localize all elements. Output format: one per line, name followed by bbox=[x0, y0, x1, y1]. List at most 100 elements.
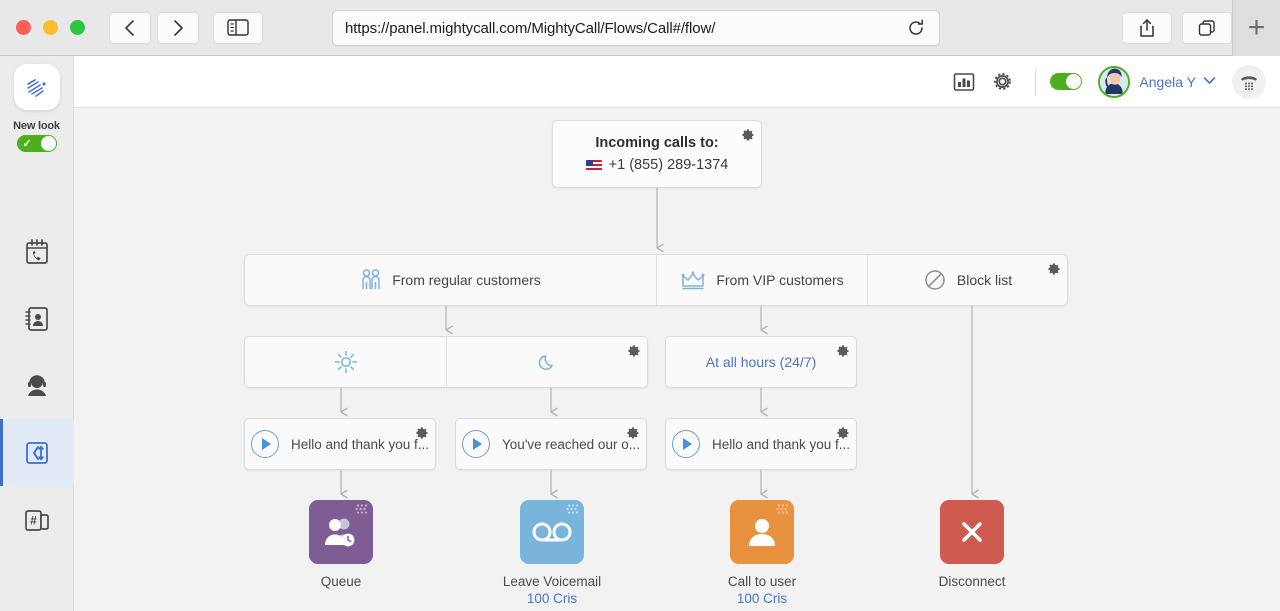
disconnect-tile[interactable] bbox=[940, 500, 1004, 564]
greeting-label: You've reached our o... bbox=[502, 436, 640, 452]
schedule-row bbox=[244, 336, 648, 388]
chevron-left-icon bbox=[125, 19, 134, 36]
action-leave-voicemail[interactable]: Leave Voicemail 100 Cris bbox=[492, 500, 612, 606]
share-button[interactable] bbox=[1122, 12, 1172, 44]
maximize-window-button[interactable] bbox=[70, 20, 85, 35]
segment-after-hours[interactable] bbox=[446, 337, 647, 387]
sidebar-item-numbers[interactable]: # bbox=[0, 486, 74, 553]
incoming-calls-node[interactable]: Incoming calls to: +1 (855) 289-1374 bbox=[552, 120, 762, 188]
app-sidebar: New look ✓ # bbox=[0, 56, 74, 611]
us-flag-icon bbox=[585, 159, 602, 171]
agent-headset-icon bbox=[27, 374, 46, 396]
gear-icon[interactable] bbox=[740, 126, 755, 141]
address-bar[interactable]: https://panel.mightycall.com/MightyCall/… bbox=[332, 10, 940, 46]
dialpad-button[interactable] bbox=[1232, 64, 1266, 99]
action-queue[interactable]: Queue bbox=[281, 500, 401, 589]
gear-icon[interactable] bbox=[414, 424, 429, 439]
window-controls bbox=[0, 20, 85, 35]
browser-toolbar: https://panel.mightycall.com/MightyCall/… bbox=[0, 0, 1280, 56]
back-button[interactable] bbox=[109, 11, 151, 44]
sidebar-item-contacts[interactable] bbox=[0, 285, 74, 352]
new-look-toggle[interactable]: ✓ bbox=[16, 135, 57, 152]
gear-icon[interactable] bbox=[626, 342, 641, 357]
reload-icon bbox=[909, 19, 924, 35]
availability-toggle[interactable] bbox=[1050, 73, 1083, 90]
toggle-knob bbox=[1066, 74, 1082, 89]
tabs-overview-icon bbox=[1198, 20, 1215, 36]
close-window-button[interactable] bbox=[16, 20, 31, 35]
action-sublabel[interactable]: 100 Cris bbox=[702, 591, 822, 606]
greeting-label: Hello and thank you f... bbox=[711, 436, 851, 452]
greeting-node-2[interactable]: You've reached our o... bbox=[455, 418, 647, 470]
gear-icon[interactable] bbox=[625, 424, 640, 439]
sidebar-nav: # bbox=[0, 218, 74, 553]
sidebar-item-calls[interactable] bbox=[0, 218, 74, 285]
greeting-node-1[interactable]: Hello and thank you f... bbox=[244, 418, 436, 470]
sun-icon bbox=[334, 350, 357, 374]
header-divider bbox=[1035, 67, 1037, 96]
call-flow-canvas[interactable]: Incoming calls to: +1 (855) 289-1374 Fro… bbox=[74, 108, 1280, 611]
segment-label: From VIP customers bbox=[716, 272, 844, 288]
new-tab-button[interactable]: + bbox=[1232, 0, 1280, 56]
incoming-calls-number: +1 (855) 289-1374 bbox=[608, 157, 729, 173]
voicemail-tile[interactable] bbox=[520, 500, 584, 564]
call-to-user-tile[interactable] bbox=[730, 500, 794, 564]
voicemail-icon bbox=[532, 522, 572, 542]
user-name[interactable]: Angela Y bbox=[1139, 74, 1196, 90]
new-look-label: New look bbox=[13, 120, 60, 132]
phone-calendar-icon bbox=[25, 238, 48, 264]
chevron-down-icon[interactable] bbox=[1203, 76, 1216, 88]
all-hours-label: At all hours (24/7) bbox=[705, 354, 817, 370]
all-hours-node[interactable]: At all hours (24/7) bbox=[665, 336, 857, 388]
action-sublabel[interactable]: 100 Cris bbox=[492, 591, 612, 606]
gear-icon[interactable] bbox=[835, 342, 850, 357]
customer-filter-row: From regular customers From VIP customer… bbox=[244, 254, 1068, 306]
forward-button[interactable] bbox=[157, 11, 199, 44]
incoming-calls-number-row: +1 (855) 289-1374 bbox=[585, 157, 729, 173]
segment-label: From regular customers bbox=[392, 272, 541, 288]
play-icon[interactable] bbox=[462, 430, 491, 458]
mightycall-logo-icon bbox=[25, 76, 48, 98]
sidebar-toggle-button[interactable] bbox=[213, 11, 263, 44]
greeting-node-3[interactable]: Hello and thank you f... bbox=[665, 418, 857, 470]
moon-icon bbox=[538, 355, 553, 371]
new-look-toggle-group: New look ✓ bbox=[13, 120, 60, 152]
numbers-devices-icon: # bbox=[24, 509, 49, 531]
gear-icon[interactable] bbox=[835, 424, 850, 439]
sidebar-item-call-flows[interactable] bbox=[0, 419, 74, 486]
reload-button[interactable] bbox=[905, 17, 927, 39]
segment-vip-customers[interactable]: From VIP customers bbox=[656, 255, 867, 305]
url-text: https://panel.mightycall.com/MightyCall/… bbox=[345, 19, 716, 37]
check-icon: ✓ bbox=[22, 138, 32, 150]
settings-button[interactable] bbox=[983, 63, 1021, 101]
minimize-window-button[interactable] bbox=[43, 20, 58, 35]
mightycall-logo[interactable] bbox=[13, 64, 60, 110]
drag-dots-icon bbox=[776, 504, 789, 514]
tabs-overview-button[interactable] bbox=[1182, 12, 1232, 44]
contacts-book-icon bbox=[24, 306, 48, 331]
action-label: Leave Voicemail bbox=[502, 574, 602, 589]
close-x-icon bbox=[962, 522, 982, 542]
browser-right-controls: + bbox=[1122, 0, 1280, 56]
sidebar-item-agents[interactable] bbox=[0, 352, 74, 419]
action-disconnect[interactable]: Disconnect bbox=[912, 500, 1032, 589]
segment-regular-customers[interactable]: From regular customers bbox=[245, 255, 656, 305]
play-icon[interactable] bbox=[250, 430, 279, 458]
bar-chart-icon bbox=[954, 72, 975, 91]
crown-icon bbox=[681, 271, 705, 290]
gear-icon[interactable] bbox=[1046, 260, 1061, 275]
svg-text:#: # bbox=[30, 513, 37, 527]
queue-tile[interactable] bbox=[309, 500, 373, 564]
greeting-label: Hello and thank you f... bbox=[290, 436, 430, 452]
action-call-to-user[interactable]: Call to user 100 Cris bbox=[702, 500, 822, 606]
avatar[interactable] bbox=[1098, 65, 1131, 98]
call-flow-icon bbox=[25, 441, 48, 464]
block-circle-icon bbox=[925, 270, 945, 290]
sidebar-toggle-icon bbox=[227, 19, 249, 36]
stats-button[interactable] bbox=[945, 63, 983, 101]
play-icon[interactable] bbox=[671, 430, 700, 458]
avatar-image bbox=[1100, 67, 1129, 94]
segment-business-hours[interactable] bbox=[245, 337, 446, 387]
incoming-calls-title: Incoming calls to: bbox=[595, 135, 719, 151]
segment-block-list[interactable]: Block list bbox=[867, 255, 1067, 305]
